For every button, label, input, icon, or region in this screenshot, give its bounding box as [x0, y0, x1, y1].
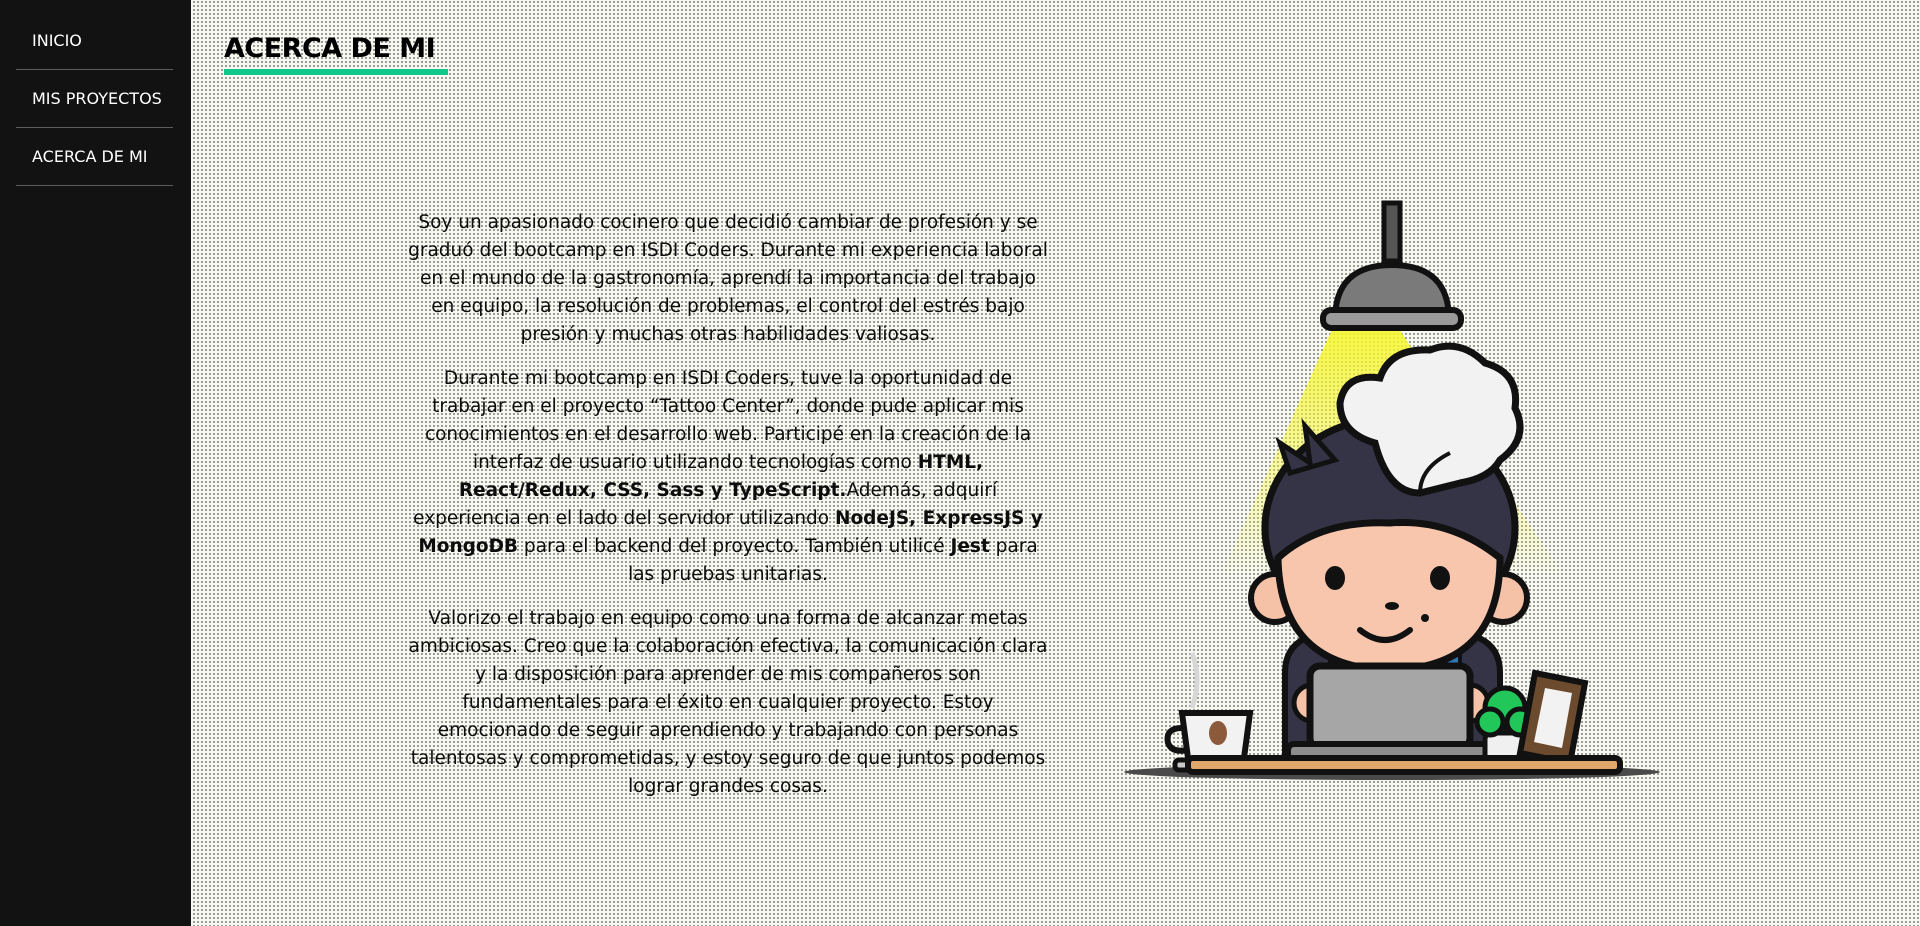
about-text-segment: para el backend del proyecto. También ut…: [518, 536, 951, 557]
sidebar-item-inicio[interactable]: INICIO: [16, 12, 173, 70]
about-paragraph-2: Durante mi bootcamp en ISDI Coders, tuve…: [408, 365, 1048, 589]
sidebar-item-label: ACERCA DE MI: [32, 147, 148, 166]
about-tech-testing: Jest: [950, 536, 990, 557]
coffee-cup-icon: [1164, 652, 1260, 773]
sidebar-item-label: INICIO: [32, 31, 82, 50]
sidebar-item-acerca-de-mi[interactable]: ACERCA DE MI: [16, 128, 173, 186]
sidebar-nav: INICIO MIS PROYECTOS ACERCA DE MI: [0, 0, 191, 186]
about-paragraph-1: Soy un apasionado cocinero que decidió c…: [408, 212, 1048, 345]
about-text: Soy un apasionado cocinero que decidió c…: [408, 209, 1048, 817]
desk: [1185, 755, 1623, 775]
laptop-icon: [1285, 662, 1496, 763]
about-paragraph-3: Valorizo el trabajo en equipo como una f…: [408, 608, 1048, 797]
photo-frame-icon: [1516, 669, 1589, 767]
sidebar-item-label: MIS PROYECTOS: [32, 89, 162, 108]
title-underline: [224, 69, 448, 75]
ceiling-lamp-icon: [1320, 200, 1464, 331]
page-title: ACERCA DE MI: [224, 33, 436, 64]
chef-at-laptop-illustration: [1124, 200, 1660, 780]
sidebar: INICIO MIS PROYECTOS ACERCA DE MI: [0, 0, 191, 926]
sidebar-item-mis-proyectos[interactable]: MIS PROYECTOS: [16, 70, 173, 128]
